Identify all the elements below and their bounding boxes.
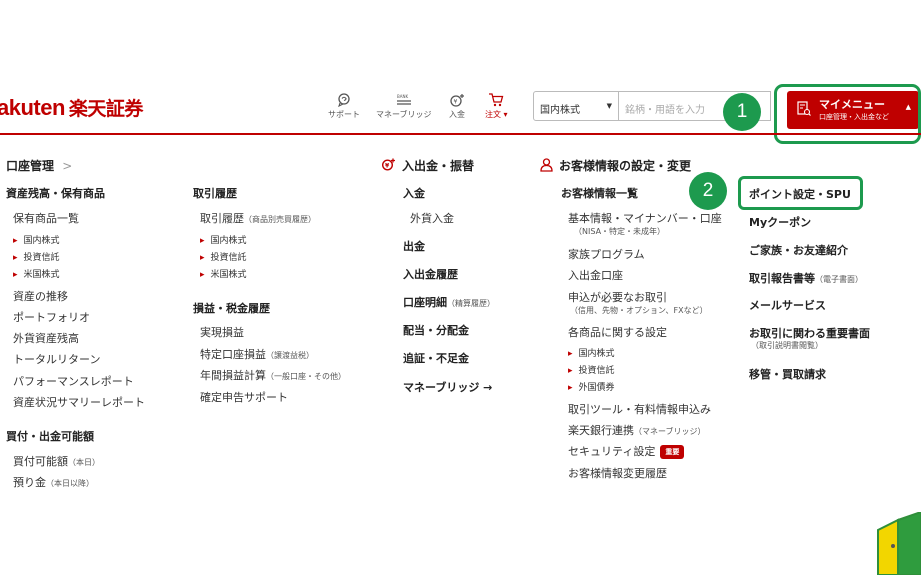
info-change-history-link[interactable]: お客様情報変更履歴: [568, 465, 667, 481]
group-assets: 資産残高・保有商品: [6, 187, 105, 200]
total-return-link[interactable]: トータルリターン: [13, 351, 100, 367]
important-badge: 重要: [660, 445, 685, 459]
buying-power-link[interactable]: 買付可能額（本日）: [13, 453, 100, 469]
highlight-mymenu: [774, 84, 921, 144]
holdings-sub-us-stock[interactable]: 米国株式: [13, 267, 60, 280]
holdings-sub-mutual-fund[interactable]: 投資信託: [13, 250, 60, 263]
important-documents-link[interactable]: お取引に関わる重要書面: [749, 325, 870, 341]
nav-support[interactable]: サポート: [328, 93, 360, 120]
customer-settings-heading: お客様情報の設定・変更: [540, 157, 691, 174]
coin-transfer-icon: ¥: [381, 158, 395, 171]
point-settings-spu-link[interactable]: ポイント設定・SPU: [749, 186, 851, 202]
asset-summary-report-link[interactable]: 資産状況サマリーレポート: [13, 394, 145, 410]
history-sub-us-stock[interactable]: 米国株式: [200, 267, 247, 280]
basic-info-link[interactable]: 基本情報・マイナンバー・口座: [568, 210, 722, 226]
family-program-link[interactable]: 家族プログラム: [568, 246, 645, 262]
rakuten-bank-link[interactable]: 楽天銀行連携（マネーブリッジ）: [568, 422, 706, 438]
family-friend-referral-link[interactable]: ご家族・お友達紹介: [749, 242, 848, 258]
trade-history-link[interactable]: 取引履歴（商品別売買履歴）: [200, 210, 316, 226]
asset-history-link[interactable]: 資産の推移: [13, 288, 68, 304]
holdings-list-link[interactable]: 保有商品一覧: [13, 210, 79, 226]
nav-money-bridge[interactable]: BANK マネーブリッジ: [376, 93, 432, 120]
cart-icon: [489, 93, 504, 107]
tax-return-support-link[interactable]: 確定申告サポート: [200, 389, 288, 405]
performance-report-link[interactable]: パフォーマンスレポート: [13, 373, 134, 389]
account-management-link[interactable]: 口座管理 >: [6, 157, 72, 174]
money-bridge-link[interactable]: マネーブリッジ →: [403, 379, 492, 395]
product-sub-domestic-stock[interactable]: 国内株式: [568, 346, 615, 359]
group-trade-history: 取引履歴: [193, 187, 237, 200]
important-documents-note: （取引説明書閲覧）: [751, 341, 823, 350]
application-required-link[interactable]: 申込が必要なお取引: [568, 289, 667, 305]
annual-profit-calc-link[interactable]: 年間損益計算（一般口座・その他）: [200, 367, 346, 383]
foreign-assets-link[interactable]: 外貨資産残高: [13, 330, 79, 346]
trading-tools-link[interactable]: 取引ツール・有料情報申込み: [568, 401, 711, 417]
my-coupon-link[interactable]: Myクーポン: [749, 214, 811, 230]
deposit-link[interactable]: 入金: [403, 185, 425, 201]
nav-order[interactable]: 注文 ▾: [485, 93, 508, 120]
step-badge-2: 2: [689, 172, 727, 210]
application-note: （信用、先物・オプション、FXなど）: [570, 306, 708, 315]
deposit-account-link[interactable]: 入出金口座: [568, 267, 623, 283]
customer-info-list-link[interactable]: お客様情報一覧: [561, 185, 638, 201]
transfer-buyback-link[interactable]: 移管・買取請求: [749, 366, 826, 382]
product-settings-link[interactable]: 各商品に関する設定: [568, 324, 667, 340]
svg-text:BANK: BANK: [397, 94, 408, 99]
security-settings-link[interactable]: セキュリティ設定 重要: [568, 443, 685, 459]
bank-icon: BANK: [396, 94, 411, 105]
dropdown-arrow-icon: ▼: [606, 102, 612, 110]
realized-profit-link[interactable]: 実現損益: [200, 324, 244, 340]
svg-text:¥: ¥: [385, 163, 390, 170]
specific-account-profit-link[interactable]: 特定口座損益（譲渡益税）: [200, 346, 314, 362]
holdings-sub-domestic-stock[interactable]: 国内株式: [13, 233, 60, 246]
account-statement-link[interactable]: 口座明細（精算履歴）: [403, 294, 495, 310]
support-icon: [338, 93, 350, 107]
product-sub-foreign-bond[interactable]: 外国債券: [568, 380, 615, 393]
header-divider: [0, 133, 921, 135]
basic-info-note: （NISA・特定・未成年）: [574, 227, 666, 236]
deposit-history-link[interactable]: 入出金履歴: [403, 266, 458, 282]
product-sub-mutual-fund[interactable]: 投資信託: [568, 363, 615, 376]
chevron-right-icon: >: [62, 159, 73, 173]
nav-deposit[interactable]: ¥ 入金: [449, 93, 465, 120]
history-sub-domestic-stock[interactable]: 国内株式: [200, 233, 247, 246]
foreign-currency-deposit-link[interactable]: 外貨入金: [410, 210, 454, 226]
rakuten-securities-logo[interactable]: akuten 楽天証券: [0, 94, 143, 121]
group-profit-tax: 損益・税金履歴: [193, 302, 270, 315]
dividend-link[interactable]: 配当・分配金: [403, 322, 469, 338]
svg-text:¥: ¥: [454, 99, 458, 106]
deposit-transfer-heading: ¥ 入出金・振替: [381, 157, 474, 174]
margin-call-link[interactable]: 追証・不足金: [403, 350, 469, 366]
person-icon: [540, 158, 553, 172]
history-sub-mutual-fund[interactable]: 投資信託: [200, 250, 247, 263]
coin-plus-icon: ¥: [450, 94, 464, 107]
withdraw-link[interactable]: 出金: [403, 238, 425, 254]
mail-service-link[interactable]: メールサービス: [749, 297, 826, 313]
step-badge-1: 1: [723, 93, 761, 131]
portfolio-link[interactable]: ポートフォリオ: [13, 309, 90, 325]
search-scope-select[interactable]: 国内株式 ▼: [533, 91, 619, 121]
deposits-link[interactable]: 預り金（本日以降）: [13, 474, 94, 490]
beginner-mark-icon: [877, 512, 921, 575]
trade-report-link[interactable]: 取引報告書等（電子書面）: [749, 270, 863, 286]
group-buying-power: 買付・出金可能額: [6, 430, 94, 443]
